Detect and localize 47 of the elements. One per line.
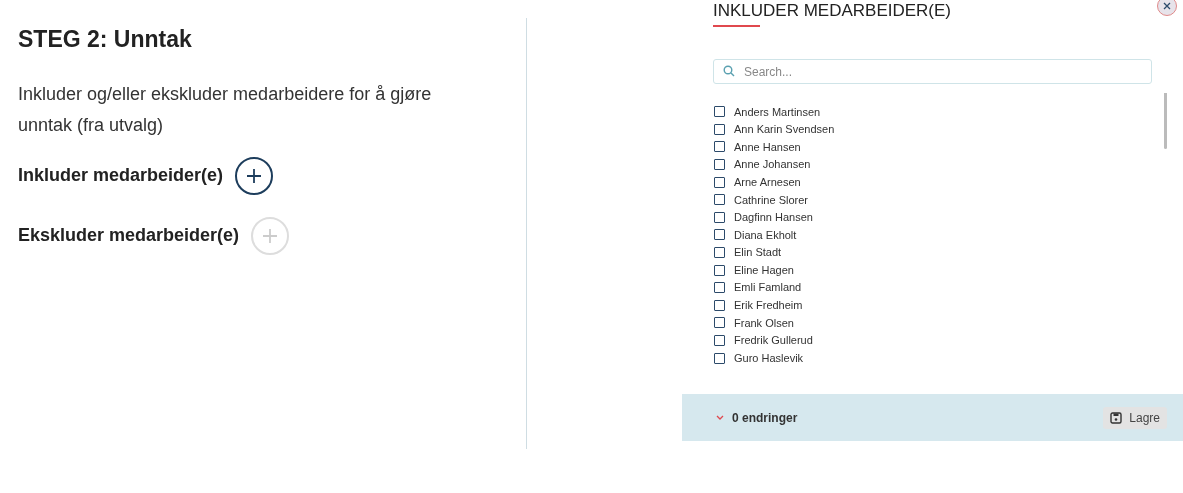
checkbox[interactable] [714,159,725,171]
employee-name: Elin Stadt [734,245,782,261]
changes-count: 0 endringer [732,409,798,427]
chevron-down-icon[interactable] [716,414,724,421]
checkbox[interactable] [714,317,725,329]
checkbox[interactable] [714,247,725,259]
employee-name: Anne Johansen [734,157,811,173]
action-label: Ekskluder medarbeider(e) [18,224,240,247]
search-icon [723,65,735,77]
employee-name: Erik Fredheim [734,298,803,314]
employee-name: Fredrik Gullerud [734,333,813,349]
employee-name: Eline Hagen [734,262,794,278]
employee-name: Emli Famland [734,280,802,296]
plus-icon [245,166,264,185]
save-icon [1110,411,1123,424]
checkbox[interactable] [714,176,725,188]
employee-name: Frank Olsen [734,315,794,331]
close-button[interactable] [1157,0,1177,16]
step-title: STEG 2: Unntak [18,25,193,54]
checkbox[interactable] [714,106,725,118]
dialog-title: INKLUDER MEDARBEIDER(E) [713,1,952,21]
checkbox[interactable] [714,282,725,294]
employee-name: Arne Arnesen [734,174,801,190]
action-label: Inkluder medarbeider(e) [18,164,224,187]
checkbox[interactable] [714,264,725,276]
employee-name: Anders Martinsen [734,104,821,120]
employee-name: Cathrine Slorer [734,192,808,208]
employee-name: Diana Ekholt [734,227,797,243]
employee-name: Dagfinn Hansen [734,210,813,226]
save-button[interactable]: Lagre [1103,406,1167,429]
checkbox[interactable] [714,123,725,135]
plus-icon [261,226,280,245]
employee-name: Anne Hansen [734,139,801,155]
checkbox[interactable] [714,141,725,153]
employee-name: Ann Karin Svendsen [734,122,835,138]
employee-name: Guro Haslevik [734,350,804,366]
scrollbar[interactable] [1164,93,1167,149]
close-icon [1163,2,1171,10]
checkbox[interactable] [714,335,725,346]
add-button[interactable] [235,156,274,195]
checkbox[interactable] [714,352,725,364]
checkbox[interactable] [714,229,725,241]
checkbox[interactable] [714,211,725,223]
checkbox[interactable] [714,299,725,311]
checkbox[interactable] [714,194,725,206]
search-field[interactable]: Search... [713,59,1152,84]
step-description: Inkluder og/eller ekskluder medarbeidere for å gjøre unntak (fra utvalg) [18,82,433,137]
